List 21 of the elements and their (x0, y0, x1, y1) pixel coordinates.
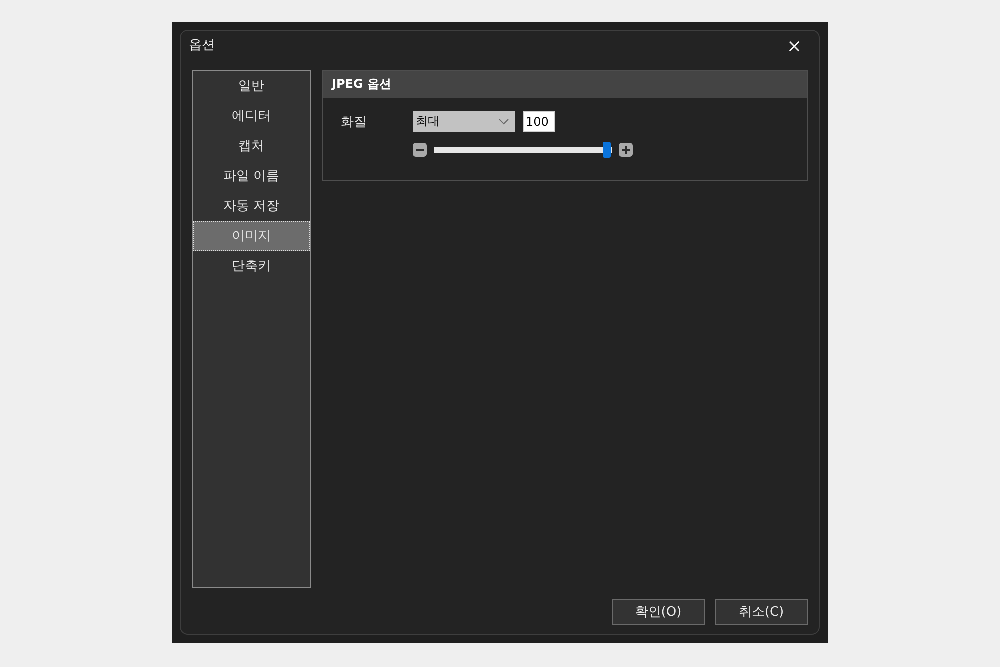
sidebar-item[interactable]: 일반 (193, 71, 310, 101)
sidebar-item[interactable]: 캡처 (193, 131, 310, 161)
sidebar-item[interactable]: 자동 저장 (193, 191, 310, 221)
increase-button[interactable] (619, 143, 633, 157)
sidebar-item[interactable]: 이미지 (193, 221, 310, 251)
chevron-down-icon (499, 118, 509, 124)
slider-thumb[interactable] (603, 142, 611, 158)
window-title: 옵션 (189, 36, 215, 54)
cancel-button[interactable]: 취소(C) (715, 599, 808, 625)
quality-label: 화질 (341, 114, 368, 130)
sidebar-item[interactable]: 파일 이름 (193, 161, 310, 191)
sidebar-item[interactable]: 에디터 (193, 101, 310, 131)
minus-icon (416, 146, 424, 154)
sidebar-item[interactable]: 단축키 (193, 251, 310, 281)
decrease-button[interactable] (413, 143, 427, 157)
close-icon[interactable] (789, 40, 800, 52)
quality-dropdown[interactable]: 최대 (413, 111, 515, 132)
plus-icon (622, 146, 630, 154)
quality-input[interactable]: 100 (523, 111, 555, 132)
panel-title: JPEG 옵션 (332, 76, 392, 93)
ok-button[interactable]: 확인(O) (612, 599, 705, 625)
